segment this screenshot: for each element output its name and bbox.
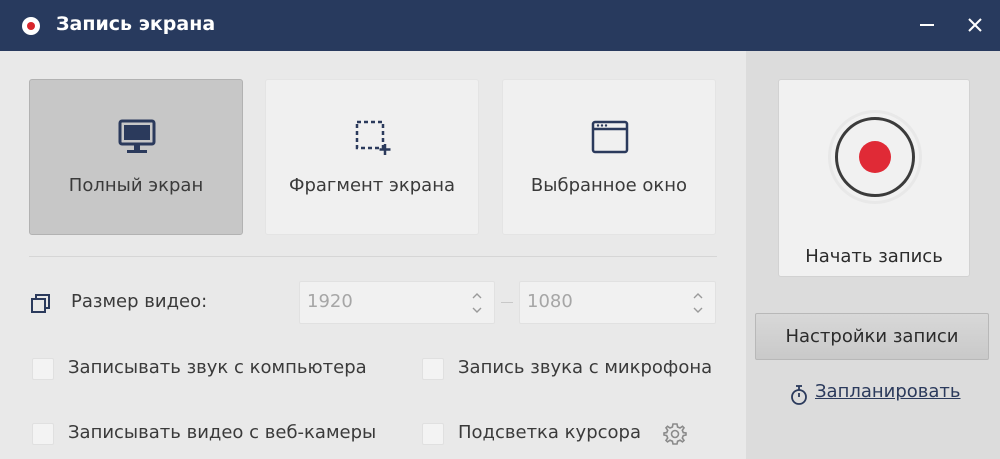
monitor-icon bbox=[118, 119, 156, 153]
schedule-link[interactable]: Запланировать bbox=[815, 381, 961, 402]
minimize-icon[interactable] bbox=[914, 12, 940, 38]
record-system-audio-checkbox[interactable] bbox=[32, 358, 54, 380]
video-height-input[interactable] bbox=[527, 291, 657, 312]
record-settings-button[interactable]: Настройки записи bbox=[755, 313, 989, 360]
gear-icon[interactable] bbox=[662, 421, 688, 447]
record-controls-panel: Начать запись Настройки записи Запланиро… bbox=[746, 51, 1000, 459]
mode-label: Полный экран bbox=[68, 175, 204, 196]
title-bar: Запись экрана bbox=[0, 0, 1000, 51]
spin-arrows-icon[interactable] bbox=[471, 292, 483, 314]
record-app-icon bbox=[22, 17, 40, 35]
video-height-stepper[interactable] bbox=[519, 281, 716, 324]
size-separator bbox=[501, 302, 513, 303]
record-icon bbox=[835, 117, 915, 197]
close-icon[interactable] bbox=[962, 12, 988, 38]
section-divider bbox=[29, 256, 717, 257]
window-icon bbox=[591, 120, 629, 154]
record-webcam-label: Записывать видео с веб-камеры bbox=[68, 422, 377, 443]
mode-selected-window[interactable]: Выбранное окно bbox=[502, 79, 716, 235]
record-microphone-label: Запись звука с микрофона bbox=[458, 357, 713, 378]
start-record-button[interactable]: Начать запись bbox=[778, 79, 970, 277]
video-width-stepper[interactable] bbox=[299, 281, 495, 324]
spin-arrows-icon[interactable] bbox=[692, 292, 704, 314]
video-width-input[interactable] bbox=[307, 291, 437, 312]
start-record-label: Начать запись bbox=[805, 246, 943, 267]
video-size-icon bbox=[31, 294, 50, 313]
mode-label: Выбранное окно bbox=[530, 175, 688, 196]
mode-label: Фрагмент экрана bbox=[288, 175, 456, 196]
capture-options-panel: Полный экран Фрагмент экрана Выбранное о… bbox=[0, 51, 746, 459]
record-system-audio-label: Записывать звук с компьютера bbox=[68, 357, 367, 378]
mode-full-screen[interactable]: Полный экран bbox=[29, 79, 243, 235]
cursor-highlight-label: Подсветка курсора bbox=[458, 422, 641, 443]
mode-screen-fragment[interactable]: Фрагмент экрана bbox=[265, 79, 479, 235]
cursor-highlight-checkbox[interactable] bbox=[422, 423, 444, 445]
stopwatch-icon bbox=[791, 385, 807, 405]
video-size-label: Размер видео: bbox=[71, 291, 208, 312]
window-title: Запись экрана bbox=[56, 13, 216, 35]
record-webcam-checkbox[interactable] bbox=[32, 423, 54, 445]
region-select-icon bbox=[355, 120, 391, 155]
record-microphone-checkbox[interactable] bbox=[422, 358, 444, 380]
